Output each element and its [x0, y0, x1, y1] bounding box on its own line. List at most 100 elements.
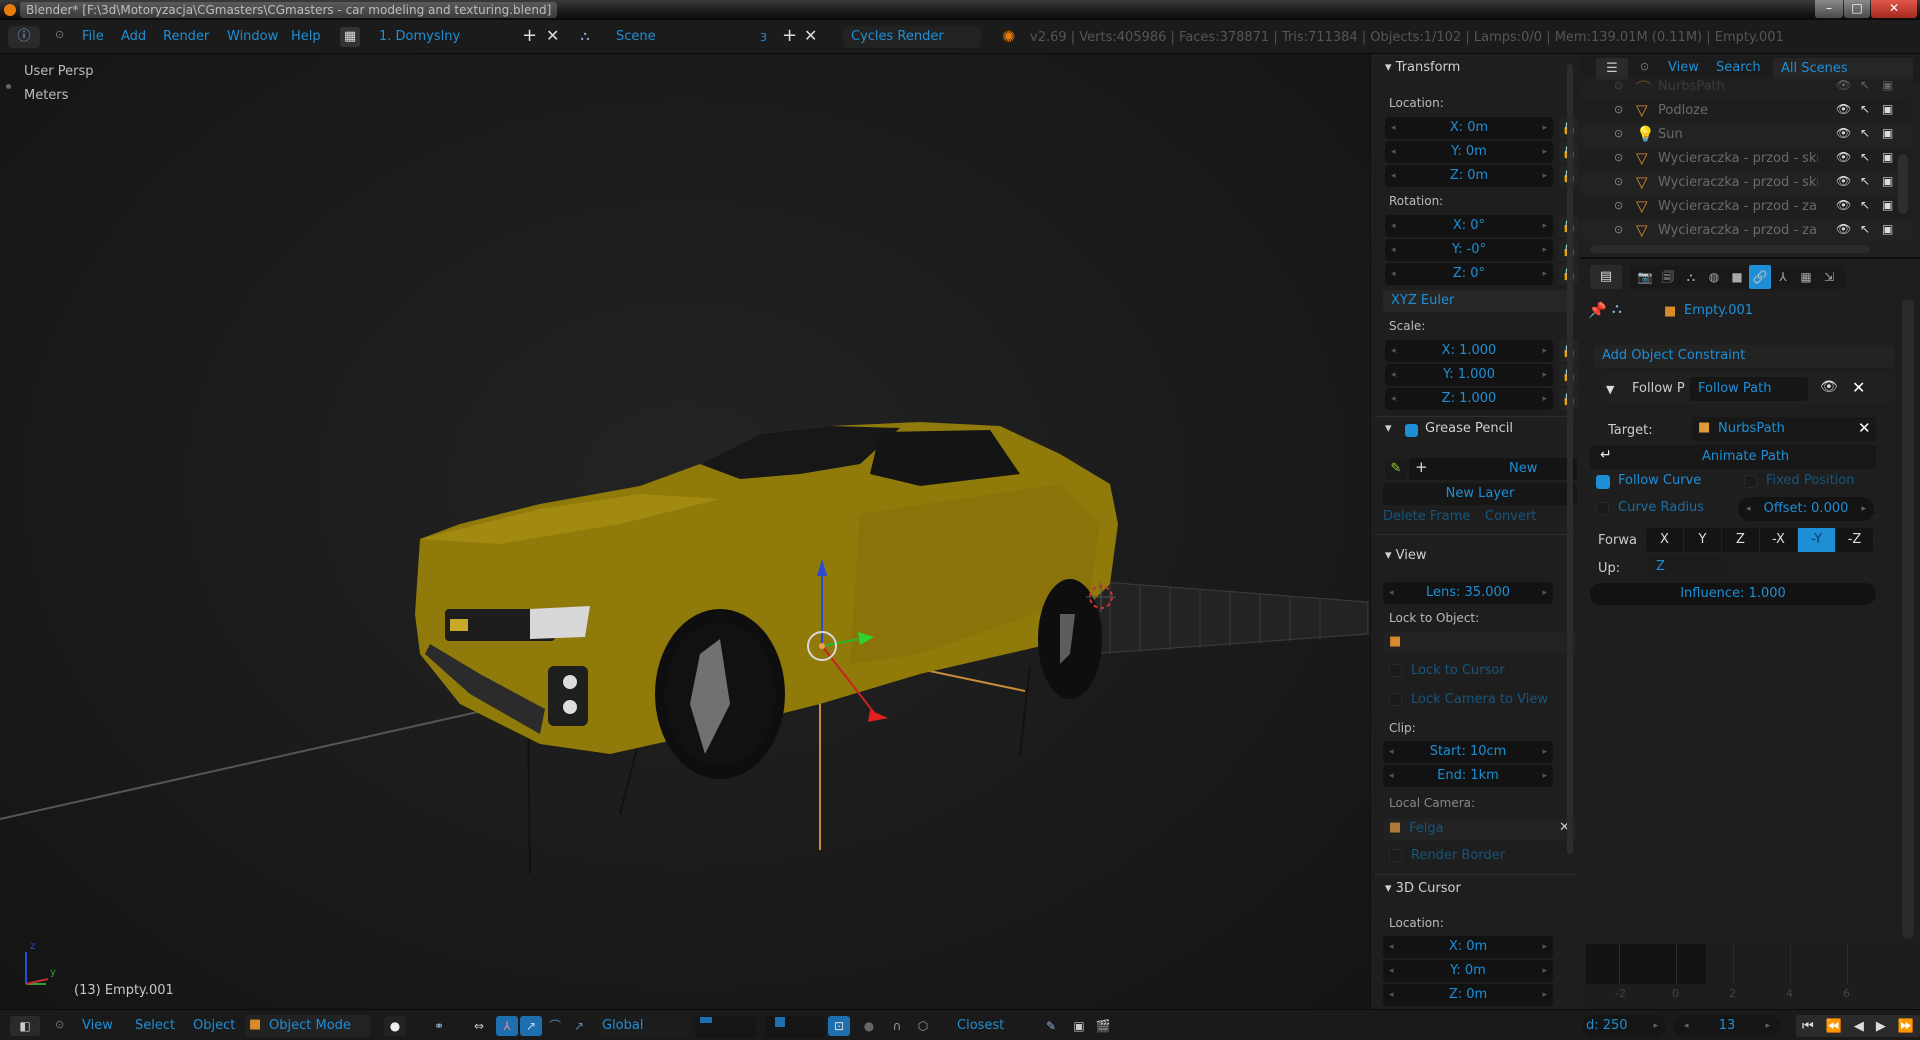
manipulator-toggle-icon[interactable]: ⇔: [468, 1016, 490, 1036]
layout-select[interactable]: 1. Domyslny: [365, 26, 515, 48]
outliner-item-name[interactable]: Wycieraczka - przod - zacisk: [1658, 199, 1818, 214]
pencil-icon[interactable]: ✎: [1385, 458, 1407, 480]
scene-icon[interactable]: ⛬: [575, 27, 595, 47]
cursor-x-field[interactable]: ◂ X: 0m ▸: [1383, 936, 1553, 958]
lock-camera-to-view-checkbox[interactable]: [1389, 693, 1402, 706]
grease-pencil-panel-header[interactable]: ▾: [1385, 421, 1392, 436]
outliner-row[interactable]: ⊙ ▽ Wycieraczka - przod - zacisk 👁 ↖ ▣: [1580, 196, 1910, 218]
visibility-eye-icon[interactable]: 👁: [1836, 174, 1851, 188]
outliner-row[interactable]: ⊙ ▽ Wycieraczka - przod - skrzyc 👁 ↖ ▣: [1580, 172, 1910, 194]
outliner-row[interactable]: ⊙ 💡 Sun 👁 ↖ ▣: [1580, 124, 1910, 146]
expand-icon[interactable]: ⊙: [1614, 103, 1623, 116]
remove-layout-icon[interactable]: ✕: [546, 26, 559, 45]
expand-icon[interactable]: ⊙: [1614, 199, 1623, 212]
grease-pencil-enable-checkbox[interactable]: [1405, 424, 1418, 437]
jump-to-start-icon[interactable]: ⏮: [1802, 1019, 1814, 1034]
expand-icon[interactable]: ⊙: [1614, 223, 1623, 236]
location-z-field[interactable]: ◂ Z: 0m ▸: [1385, 165, 1553, 187]
close-window-button[interactable]: ✕: [1871, 0, 1917, 18]
constraint-name-field[interactable]: Follow Path: [1690, 377, 1808, 401]
scale-y-field[interactable]: ◂ Y: 1.000 ▸: [1385, 364, 1553, 386]
layers-block-2[interactable]: [765, 1016, 825, 1038]
scene-select[interactable]: Scene: [602, 26, 772, 48]
outliner-row[interactable]: ⊙ ▽ Podloze 👁 ↖ ▣: [1580, 100, 1910, 122]
tab-render-layers-icon[interactable]: 🗐: [1657, 265, 1679, 289]
rotate-manipulator-icon[interactable]: ↗: [520, 1016, 542, 1036]
menu-object[interactable]: Object: [193, 1018, 235, 1033]
renderability-camera-icon[interactable]: ▣: [1882, 126, 1893, 140]
delete-frame-button[interactable]: Delete Frame: [1383, 509, 1470, 524]
maximize-button[interactable]: □: [1844, 0, 1870, 18]
rotation-mode-select[interactable]: XYZ Euler: [1383, 290, 1575, 312]
outliner-item-name[interactable]: Sun: [1658, 127, 1818, 142]
menu-select[interactable]: Select: [135, 1018, 175, 1033]
selectability-cursor-icon[interactable]: ↖: [1860, 126, 1870, 140]
pivot-point-icon[interactable]: ⚭: [428, 1016, 450, 1036]
expand-icon[interactable]: ⊙: [1614, 79, 1623, 92]
snap-icon[interactable]: ∩: [886, 1016, 908, 1036]
renderability-camera-icon[interactable]: ▣: [1882, 102, 1893, 116]
add-layout-icon[interactable]: +: [522, 25, 537, 46]
outliner-menu-view[interactable]: View: [1668, 60, 1699, 75]
tab-texture-icon[interactable]: ▦: [1795, 265, 1817, 289]
end-frame-field[interactable]: d: 250 ▸: [1582, 1015, 1666, 1037]
expand-icon[interactable]: ⊙: [1614, 175, 1623, 188]
scale-x-field[interactable]: ◂ X: 1.000 ▸: [1385, 340, 1553, 362]
tab-scene-icon[interactable]: ⛬: [1680, 265, 1702, 289]
renderability-camera-icon[interactable]: ▣: [1882, 222, 1893, 236]
tab-modifiers-icon[interactable]: ⅄: [1772, 265, 1794, 289]
snap-target-select[interactable]: Closest: [945, 1015, 1035, 1037]
outliner-item-name[interactable]: Wycieraczka - przod - zacisk: [1658, 223, 1818, 238]
selectability-cursor-icon[interactable]: ↖: [1860, 150, 1870, 164]
lock-to-cursor-checkbox[interactable]: [1389, 664, 1402, 677]
clip-start-field[interactable]: ◂ Start: 10cm ▸: [1383, 741, 1553, 763]
translate-manipulator-icon[interactable]: ⅄: [496, 1016, 518, 1036]
menu-view[interactable]: View: [82, 1018, 113, 1033]
render-border-checkbox[interactable]: [1389, 849, 1402, 862]
layers-block-1[interactable]: [696, 1016, 756, 1038]
up-axis-select[interactable]: Z: [1646, 556, 1726, 578]
influence-slider[interactable]: Influence: 1.000: [1590, 583, 1876, 605]
play-reverse-icon[interactable]: ◀: [1854, 1019, 1864, 1034]
outliner-item-name[interactable]: NurbsPath: [1658, 79, 1818, 94]
visibility-eye-icon[interactable]: 👁: [1836, 78, 1851, 92]
rotation-x-field[interactable]: ◂ X: 0° ▸: [1385, 215, 1553, 237]
tab-constraints-icon[interactable]: 🔗: [1749, 265, 1771, 289]
rotation-y-field[interactable]: ◂ Y: -0° ▸: [1385, 239, 1553, 261]
menu-add[interactable]: Add: [121, 27, 146, 47]
collapse-menu-icon[interactable]: ⊙: [1640, 60, 1649, 73]
editor-type-icon[interactable]: ◧: [10, 1016, 40, 1036]
follow-curve-checkbox[interactable]: [1596, 475, 1610, 489]
visibility-eye-icon[interactable]: 👁: [1836, 150, 1851, 164]
eye-icon[interactable]: 👁: [1820, 379, 1838, 395]
tab-physics-icon[interactable]: ⇲: [1818, 265, 1840, 289]
collapse-menu-icon[interactable]: ⊙: [55, 28, 64, 41]
fixed-position-checkbox[interactable]: [1744, 475, 1757, 488]
add-scene-icon[interactable]: +: [782, 25, 797, 46]
animate-path-button[interactable]: ↵ Animate Path: [1590, 445, 1876, 469]
add-object-constraint-select[interactable]: Add Object Constraint: [1594, 345, 1894, 367]
convert-button[interactable]: Convert: [1485, 509, 1536, 524]
forward-axis-option[interactable]: -X: [1760, 528, 1798, 552]
visibility-eye-icon[interactable]: 👁: [1836, 102, 1851, 116]
render-animation-icon[interactable]: 🎬: [1092, 1016, 1114, 1036]
tab-world-icon[interactable]: ◍: [1703, 265, 1725, 289]
menu-window[interactable]: Window: [227, 27, 278, 47]
outliner-item-name[interactable]: Wycieraczka - przod - skrzyc: [1658, 175, 1818, 190]
current-frame-field[interactable]: ◂ 13 ▸: [1674, 1015, 1780, 1037]
outliner-item-name[interactable]: Wycieraczka - przod - skrzyc: [1658, 151, 1818, 166]
lens-field[interactable]: ◂ Lens: 35.000 ▸: [1383, 582, 1553, 604]
cursor-y-field[interactable]: ◂ Y: 0m ▸: [1383, 960, 1553, 982]
3d-viewport[interactable]: User Persp Meters z y (13) Empty.001: [0, 54, 1370, 1009]
collapse-menu-icon[interactable]: ⊙: [55, 1018, 64, 1031]
menu-file[interactable]: File: [82, 27, 104, 47]
clear-target-icon[interactable]: ✕: [1858, 419, 1871, 437]
render-image-icon[interactable]: ▣: [1068, 1016, 1090, 1036]
collapse-constraint-icon[interactable]: ▼: [1606, 383, 1614, 396]
delete-constraint-icon[interactable]: ✕: [1852, 378, 1865, 397]
opengl-render-icon[interactable]: ✎: [1040, 1016, 1062, 1036]
jump-to-keyframe-forward-icon[interactable]: ⏩: [1898, 1019, 1914, 1034]
location-x-field[interactable]: ◂ X: 0m ▸: [1385, 117, 1553, 139]
outliner-row[interactable]: ⊙ ▽ Wycieraczka - przod - skrzyc 👁 ↖ ▣: [1580, 148, 1910, 170]
tab-object-icon[interactable]: ■: [1726, 265, 1748, 289]
